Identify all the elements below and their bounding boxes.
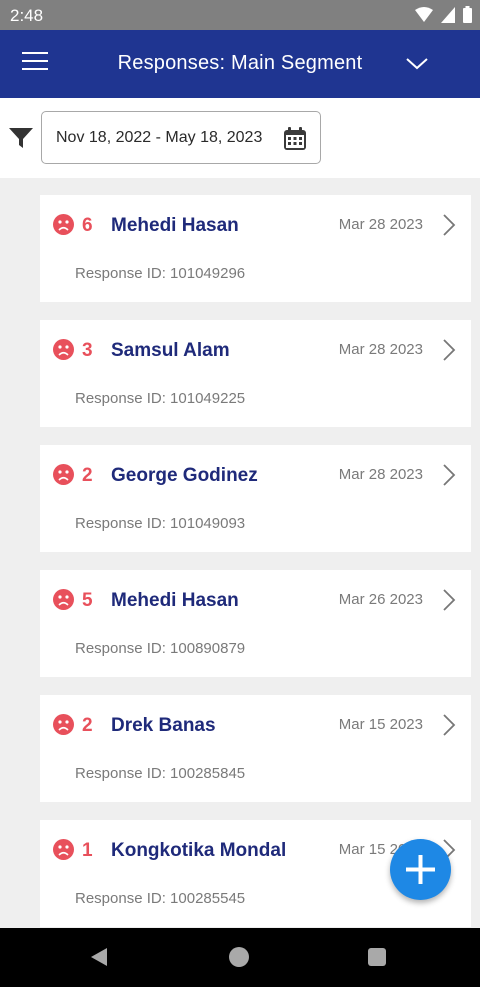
wifi-icon [415,6,433,22]
chevron-down-icon[interactable] [404,54,430,74]
filter-bar: Nov 18, 2022 - May 18, 2023 [0,98,480,178]
status-time: 2:48 [10,6,44,25]
response-list: 6 Mehedi Hasan Mar 28 2023 Response ID: … [0,178,480,928]
recent-apps-icon[interactable] [368,948,386,966]
response-id: Response ID: 100285545 [75,890,246,907]
sad-face-icon [53,339,74,360]
response-id: Response ID: 100890879 [75,640,246,657]
plus-icon [406,855,435,884]
chevron-right-icon [443,339,456,361]
score: 1 [82,840,93,861]
response-date: Mar 15 2023 [338,716,423,733]
status-bar: 2:48 [0,0,480,30]
response-id: Response ID: 101049296 [75,265,246,282]
response-card[interactable]: 6 Mehedi Hasan Mar 28 2023 Response ID: … [40,195,471,302]
score: 5 [82,590,93,611]
app-bar: Responses: Main Segment [0,30,480,98]
score: 2 [82,715,93,736]
score: 2 [82,465,93,486]
battery-icon [463,6,472,23]
response-card[interactable]: 5 Mehedi Hasan Mar 26 2023 Response ID: … [40,570,471,677]
response-card[interactable]: 2 Drek Banas Mar 15 2023 Response ID: 10… [40,695,471,802]
score: 6 [82,215,93,236]
respondent-name: Samsul Alam [111,340,230,361]
status-icons [415,6,472,23]
respondent-name: Mehedi Hasan [111,590,239,611]
back-icon[interactable] [89,947,109,967]
filter-funnel-icon[interactable] [8,126,34,150]
respondent-name: Drek Banas [111,715,216,736]
response-id: Response ID: 101049225 [75,390,246,407]
calendar-icon [284,127,306,150]
sad-face-icon [53,714,74,735]
sad-face-icon [53,464,74,485]
response-date: Mar 28 2023 [338,466,423,483]
respondent-name: Mehedi Hasan [111,215,239,236]
date-range-picker[interactable]: Nov 18, 2022 - May 18, 2023 [41,111,321,164]
sad-face-icon [53,214,74,235]
sad-face-icon [53,839,74,860]
system-nav-bar [0,928,480,987]
response-date: Mar 28 2023 [338,341,423,358]
response-id: Response ID: 101049093 [75,515,246,532]
date-range-label: Nov 18, 2022 - May 18, 2023 [56,129,263,146]
score: 3 [82,340,93,361]
response-date: Mar 26 2023 [338,591,423,608]
response-id: Response ID: 100285845 [75,765,246,782]
respondent-name: Kongkotika Mondal [111,840,287,861]
chevron-right-icon [443,464,456,486]
respondent-name: George Godinez [111,465,258,486]
response-date: Mar 28 2023 [338,216,423,233]
chevron-right-icon [443,214,456,236]
sad-face-icon [53,589,74,610]
home-icon[interactable] [229,947,249,967]
cellular-signal-icon [441,6,455,23]
chevron-right-icon [443,589,456,611]
response-card[interactable]: 2 George Godinez Mar 28 2023 Response ID… [40,445,471,552]
response-card[interactable]: 3 Samsul Alam Mar 28 2023 Response ID: 1… [40,320,471,427]
add-response-button[interactable] [390,839,451,900]
chevron-right-icon [443,714,456,736]
